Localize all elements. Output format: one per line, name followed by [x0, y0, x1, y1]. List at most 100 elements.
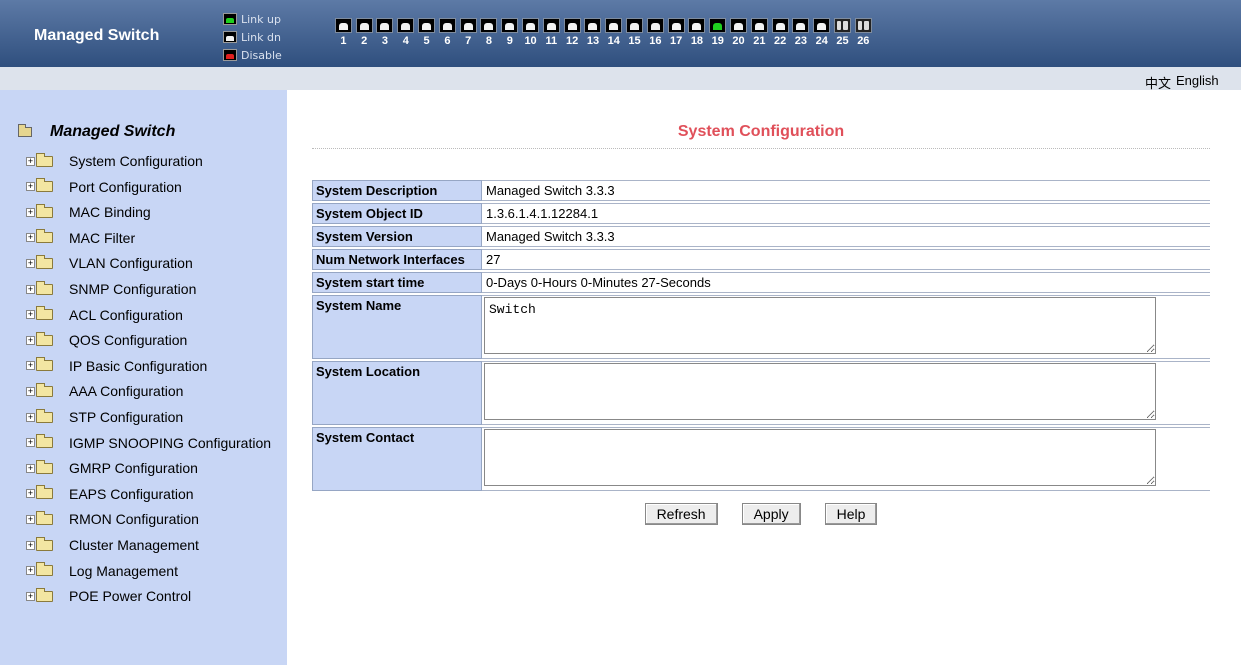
port-6[interactable]: 6	[437, 18, 458, 47]
port-20[interactable]: 20	[728, 18, 749, 47]
sidebar-item-gmrp-configuration[interactable]: + GMRP Configuration	[26, 458, 198, 478]
sidebar-item-eaps-configuration[interactable]: + EAPS Configuration	[26, 484, 194, 504]
apply-button[interactable]: Apply	[741, 503, 801, 525]
expand-icon[interactable]: +	[26, 233, 35, 243]
legend-link-dn: Link dn	[223, 30, 281, 44]
sidebar-item-aaa-configuration[interactable]: + AAA Configuration	[26, 381, 183, 401]
expand-icon[interactable]: +	[26, 284, 35, 294]
system-version-label: System Version	[312, 226, 482, 247]
disable-icon	[223, 49, 237, 61]
port-12[interactable]: 12	[562, 18, 583, 47]
port-22[interactable]: 22	[770, 18, 791, 47]
port-5[interactable]: 5	[416, 18, 437, 47]
sidebar-item-log-management[interactable]: + Log Management	[26, 561, 178, 581]
ethernet-port-icon	[334, 18, 352, 33]
system-location-field[interactable]	[484, 363, 1156, 420]
language-chinese-link[interactable]: 中文	[1145, 73, 1171, 92]
sidebar-item-system-configuration[interactable]: + System Configuration	[26, 151, 203, 171]
sidebar-item-igmp-snooping-configuration[interactable]: + IGMP SNOOPING Configuration	[26, 433, 271, 453]
help-button[interactable]: Help	[824, 503, 878, 525]
expand-icon[interactable]: +	[26, 386, 35, 396]
sidebar-item-mac-filter[interactable]: + MAC Filter	[26, 228, 135, 248]
row-start-time: System start time 0-Days 0-Hours 0-Minut…	[312, 272, 1210, 293]
sidebar-item-poe-power-control[interactable]: + POE Power Control	[26, 586, 191, 606]
port-number: 5	[423, 35, 430, 47]
row-system-location: System Location	[312, 361, 1210, 425]
open-folder-icon	[18, 124, 32, 137]
expand-icon[interactable]: +	[26, 207, 35, 217]
ethernet-port-icon	[376, 18, 394, 33]
port-15[interactable]: 15	[624, 18, 645, 47]
system-name-field[interactable]	[484, 297, 1156, 354]
port-14[interactable]: 14	[603, 18, 624, 47]
sidebar-item-acl-configuration[interactable]: + ACL Configuration	[26, 305, 183, 325]
port-10[interactable]: 10	[520, 18, 541, 47]
port-13[interactable]: 13	[583, 18, 604, 47]
sidebar-item-snmp-configuration[interactable]: + SNMP Configuration	[26, 279, 196, 299]
legend-label: Link dn	[241, 30, 281, 44]
expand-icon[interactable]: +	[26, 591, 35, 601]
sidebar-item-qos-configuration[interactable]: + QOS Configuration	[26, 330, 187, 350]
ethernet-port-icon	[771, 18, 789, 33]
sidebar-item-port-configuration[interactable]: + Port Configuration	[26, 177, 182, 197]
expand-icon[interactable]: +	[26, 489, 35, 499]
port-18[interactable]: 18	[687, 18, 708, 47]
folder-icon	[36, 434, 53, 449]
refresh-button[interactable]: Refresh	[644, 503, 718, 525]
expand-icon[interactable]: +	[26, 438, 35, 448]
system-contact-field[interactable]	[484, 429, 1156, 486]
port-1[interactable]: 1	[333, 18, 354, 47]
port-23[interactable]: 23	[791, 18, 812, 47]
expand-icon[interactable]: +	[26, 182, 35, 192]
expand-icon[interactable]: +	[26, 566, 35, 576]
port-9[interactable]: 9	[499, 18, 520, 47]
expand-icon[interactable]: +	[26, 412, 35, 422]
expand-icon[interactable]: +	[26, 258, 35, 268]
expand-icon[interactable]: +	[26, 156, 35, 166]
port-8[interactable]: 8	[479, 18, 500, 47]
sidebar-item-stp-configuration[interactable]: + STP Configuration	[26, 407, 183, 427]
sidebar-item-mac-binding[interactable]: + MAC Binding	[26, 202, 151, 222]
page-title: System Configuration	[677, 123, 845, 140]
brand-title: Managed Switch	[34, 27, 160, 44]
port-11[interactable]: 11	[541, 18, 562, 47]
port-4[interactable]: 4	[395, 18, 416, 47]
port-26[interactable]: 26	[853, 18, 874, 47]
expand-icon[interactable]: +	[26, 540, 35, 550]
tree-root[interactable]: Managed Switch	[18, 123, 175, 141]
port-2[interactable]: 2	[354, 18, 375, 47]
port-7[interactable]: 7	[458, 18, 479, 47]
expand-icon[interactable]: +	[26, 310, 35, 320]
ethernet-port-icon	[646, 18, 664, 33]
sidebar-item-cluster-management[interactable]: + Cluster Management	[26, 535, 199, 555]
system-description-value: Managed Switch 3.3.3	[482, 180, 1210, 201]
ethernet-port-icon	[480, 18, 498, 33]
sidebar: Managed Switch + System Configuration + Por…	[0, 90, 287, 665]
sidebar-item-rmon-configuration[interactable]: + RMON Configuration	[26, 509, 199, 529]
port-number: 24	[815, 35, 828, 47]
folder-icon	[36, 587, 53, 602]
sidebar-item-label: GMRP Configuration	[69, 460, 198, 477]
port-number: 14	[607, 35, 620, 47]
legend-disable: Disable	[223, 48, 282, 62]
fiber-port-icon	[854, 18, 872, 33]
sidebar-item-vlan-configuration[interactable]: + VLAN Configuration	[26, 253, 193, 273]
expand-icon[interactable]: +	[26, 335, 35, 345]
ethernet-port-icon	[438, 18, 456, 33]
port-19[interactable]: 19	[707, 18, 728, 47]
expand-icon[interactable]: +	[26, 463, 35, 473]
port-25[interactable]: 25	[832, 18, 853, 47]
port-17[interactable]: 17	[666, 18, 687, 47]
port-3[interactable]: 3	[375, 18, 396, 47]
folder-icon	[36, 510, 53, 525]
port-number: 11	[545, 35, 558, 47]
folder-icon	[36, 459, 53, 474]
port-24[interactable]: 24	[811, 18, 832, 47]
expand-icon[interactable]: +	[26, 361, 35, 371]
folder-icon	[36, 382, 53, 397]
port-16[interactable]: 16	[645, 18, 666, 47]
language-english-link[interactable]: English	[1176, 73, 1219, 88]
port-21[interactable]: 21	[749, 18, 770, 47]
expand-icon[interactable]: +	[26, 514, 35, 524]
sidebar-item-ip-basic-configuration[interactable]: + IP Basic Configuration	[26, 356, 207, 376]
